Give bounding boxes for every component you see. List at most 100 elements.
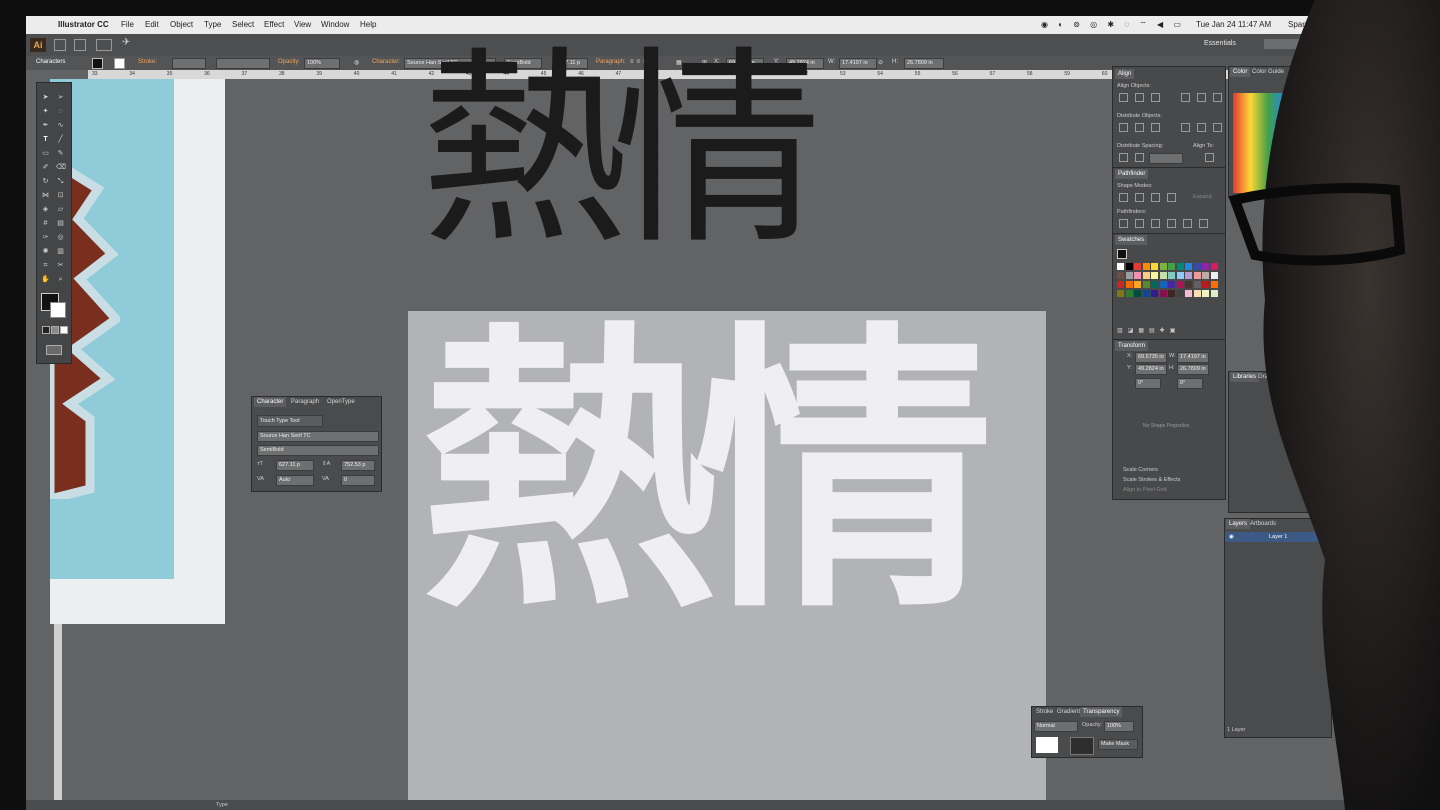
stroke-weight-field[interactable] (172, 58, 206, 69)
swatch[interactable] (1151, 290, 1158, 297)
bridge-icon[interactable] (54, 39, 66, 51)
align-panel-title[interactable]: Align (1115, 69, 1135, 79)
swatch[interactable] (1125, 272, 1133, 279)
outline-icon[interactable] (1183, 219, 1192, 228)
menu-type[interactable]: Type (204, 20, 221, 29)
symbol-sprayer-tool-icon[interactable]: ✺ (41, 247, 50, 256)
align-right-icon[interactable] (1151, 93, 1160, 102)
stock-icon[interactable] (74, 39, 86, 51)
align-left-icon[interactable] (1119, 93, 1128, 102)
align-hcenter-icon[interactable] (1135, 93, 1144, 102)
swatch[interactable] (1168, 281, 1175, 288)
minus-front-icon[interactable] (1135, 193, 1144, 202)
swatch-fill-icon[interactable] (1117, 249, 1127, 259)
canvas-text-white[interactable]: 熱情 (420, 324, 994, 624)
swatch[interactable] (1134, 281, 1141, 288)
menu-file[interactable]: File (121, 20, 134, 29)
mesh-tool-icon[interactable]: # (41, 219, 50, 228)
menu-select[interactable]: Select (232, 20, 254, 29)
shaper-tool-icon[interactable]: ✐ (41, 163, 50, 172)
swatch[interactable] (1125, 290, 1133, 297)
transparency-opacity-field[interactable]: 100% (1104, 721, 1134, 732)
unite-icon[interactable] (1119, 193, 1128, 202)
menu-object[interactable]: Object (170, 20, 193, 29)
swatch[interactable] (1185, 272, 1192, 279)
artboard-tool-icon[interactable]: ⌗ (41, 261, 50, 270)
dist-left-icon[interactable] (1181, 123, 1190, 132)
swatch[interactable] (1159, 263, 1167, 270)
swatch[interactable] (1151, 281, 1158, 288)
align-top-icon[interactable] (1181, 93, 1190, 102)
eraser-tool-icon[interactable]: ⌫ (56, 163, 66, 172)
tab-opentype[interactable]: OpenType (324, 397, 358, 407)
menu-window[interactable]: Window (321, 20, 349, 29)
make-mask-button[interactable]: Make Mask (1098, 739, 1138, 750)
tab-transparency[interactable]: Transparency (1080, 707, 1123, 717)
swatch[interactable] (1185, 263, 1192, 270)
swatch[interactable] (1168, 272, 1175, 279)
char-tracking-field[interactable]: 0 (341, 475, 375, 486)
gradient-mode-icon[interactable] (51, 326, 59, 334)
sync-icon[interactable]: ✈ (122, 37, 130, 48)
scale-corners-checkbox[interactable]: Scale Corners (1123, 467, 1158, 473)
swatch[interactable] (1176, 290, 1184, 297)
opacity-label[interactable]: Opacity: (278, 59, 300, 65)
h-field[interactable]: 26.7809 in (904, 58, 944, 69)
swatch[interactable] (1185, 290, 1192, 297)
dist-spacing-h-icon[interactable] (1135, 153, 1144, 162)
w-field[interactable]: 17.4197 in (839, 58, 877, 69)
curvature-tool-icon[interactable]: ∿ (56, 121, 65, 130)
swatch[interactable] (1176, 272, 1184, 279)
swatches-panel-title[interactable]: Swatches (1115, 235, 1148, 245)
fill-swatch[interactable] (92, 58, 103, 69)
touch-type-button[interactable]: Touch Type Tool (257, 415, 323, 427)
free-transform-tool-icon[interactable]: ⊡ (56, 191, 65, 200)
swatch[interactable] (1176, 263, 1184, 270)
color-mode-icon[interactable] (42, 326, 50, 334)
swatch[interactable] (1117, 281, 1124, 288)
swatch[interactable] (1117, 263, 1124, 270)
swatch[interactable] (1142, 272, 1150, 279)
char-style-field[interactable]: SemiBold (257, 445, 379, 456)
swatch[interactable] (1142, 290, 1150, 297)
tab-character[interactable]: Character (254, 397, 287, 407)
align-pixel-checkbox[interactable]: Align to Pixel Grid (1123, 487, 1167, 493)
menu-effect[interactable]: Effect (264, 20, 284, 29)
swatch[interactable] (1125, 281, 1133, 288)
blend-mode-select[interactable]: Normal (1034, 721, 1078, 732)
tab-stroke[interactable]: Stroke (1033, 707, 1056, 717)
arrange-docs-icon[interactable] (96, 39, 112, 51)
swatch[interactable] (1151, 263, 1158, 270)
line-tool-icon[interactable]: ╱ (56, 135, 65, 144)
pathfinder-panel-title[interactable]: Pathfinder (1115, 169, 1149, 179)
trim-icon[interactable] (1135, 219, 1144, 228)
transform-angle-field[interactable]: 0° (1135, 378, 1161, 389)
pen-tool-icon[interactable]: ✒ (41, 121, 50, 130)
transform-x-field[interactable]: 69.5735 in (1135, 352, 1167, 363)
menu-edit[interactable]: Edit (145, 20, 159, 29)
char-leading-field[interactable]: 752.53 p (341, 460, 375, 471)
divide-icon[interactable] (1119, 219, 1128, 228)
dist-bottom-icon[interactable] (1151, 123, 1160, 132)
eyedropper-tool-icon[interactable]: ✑ (41, 233, 50, 242)
swatch[interactable] (1142, 281, 1150, 288)
tab-gradient[interactable]: Gradient (1054, 707, 1083, 717)
artboard-poster[interactable] (50, 79, 225, 624)
swatch[interactable] (1159, 290, 1167, 297)
swatch[interactable] (1185, 281, 1192, 288)
screen-mode-icon[interactable] (46, 345, 62, 355)
swatch[interactable] (1168, 290, 1175, 297)
spacing-field[interactable] (1149, 153, 1183, 164)
intersect-icon[interactable] (1151, 193, 1160, 202)
blend-tool-icon[interactable]: ◎ (56, 233, 65, 242)
selection-tool-icon[interactable]: ➤ (41, 93, 50, 102)
link-icon[interactable]: ⊖ (878, 59, 883, 66)
menu-help[interactable]: Help (360, 20, 376, 29)
perspective-tool-icon[interactable]: ▱ (56, 205, 65, 214)
swatch[interactable] (1117, 290, 1124, 297)
char-font-field[interactable]: Source Han Serif TC (257, 431, 379, 442)
width-tool-icon[interactable]: ⋈ (41, 191, 50, 200)
swatch-footer-icons[interactable]: ▥◪▦▤✚▣ (1117, 327, 1180, 334)
recolor-icon[interactable]: ◍ (354, 59, 359, 66)
stroke-label[interactable]: Stroke: (138, 59, 157, 65)
